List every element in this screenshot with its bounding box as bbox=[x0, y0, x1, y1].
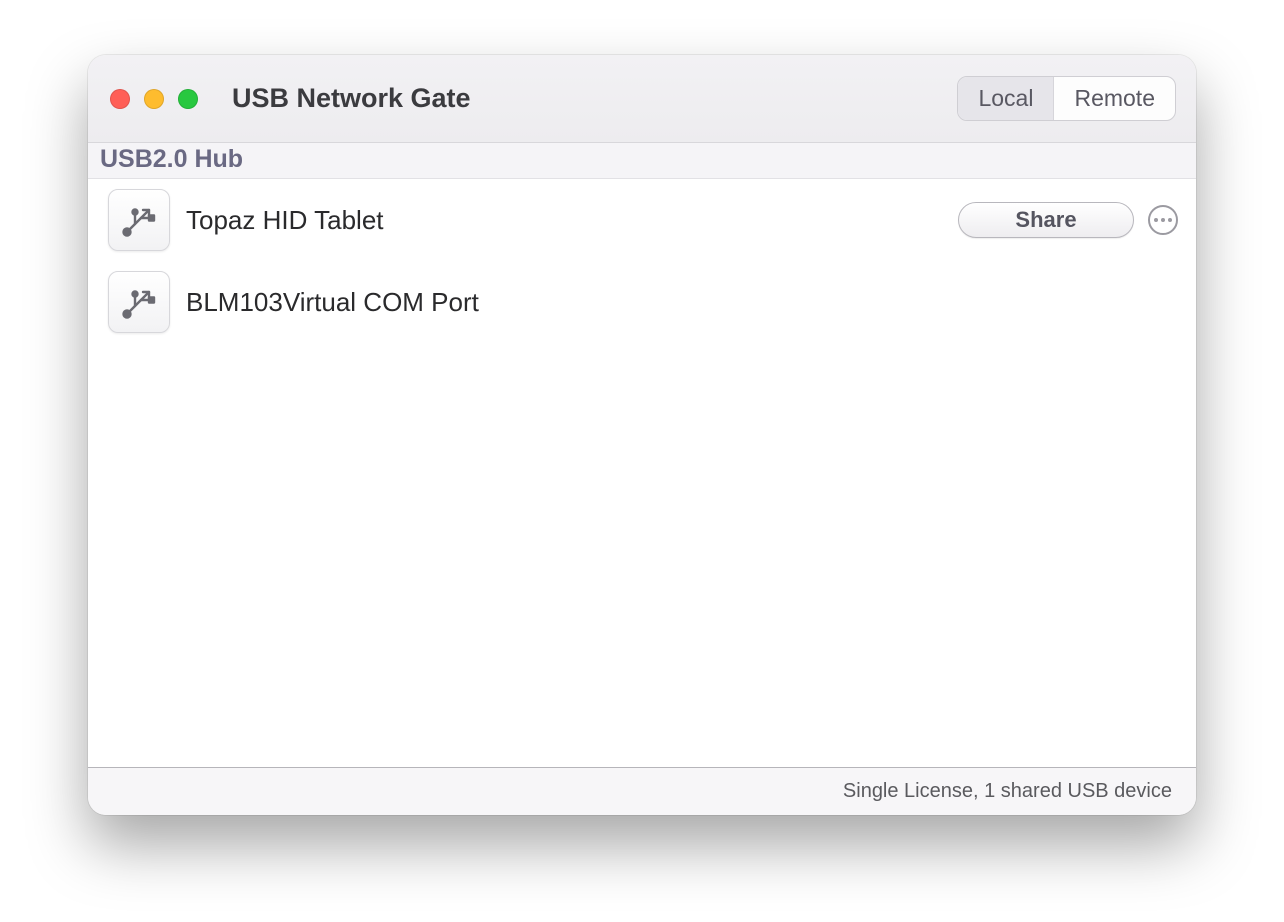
usb-icon bbox=[108, 271, 170, 333]
status-bar: Single License, 1 shared USB device bbox=[88, 767, 1196, 815]
tab-remote[interactable]: Remote bbox=[1053, 77, 1175, 120]
app-window: USB Network Gate Local Remote USB2.0 Hub bbox=[88, 55, 1196, 815]
row-actions: Share bbox=[958, 202, 1178, 238]
traffic-lights bbox=[110, 89, 198, 109]
list-item[interactable]: Topaz HID Tablet Share bbox=[88, 179, 1196, 261]
usb-icon bbox=[108, 189, 170, 251]
license-status: Single License, 1 shared USB device bbox=[843, 780, 1172, 803]
share-button[interactable]: Share bbox=[958, 202, 1134, 238]
section-header: USB2.0 Hub bbox=[88, 143, 1196, 179]
device-name: BLM103Virtual COM Port bbox=[186, 287, 479, 318]
more-options-icon[interactable] bbox=[1148, 205, 1178, 235]
close-icon[interactable] bbox=[110, 89, 130, 109]
tab-local[interactable]: Local bbox=[958, 77, 1053, 120]
titlebar: USB Network Gate Local Remote bbox=[88, 55, 1196, 143]
list-item[interactable]: BLM103Virtual COM Port bbox=[88, 261, 1196, 343]
window-title: USB Network Gate bbox=[232, 83, 471, 114]
view-toggle: Local Remote bbox=[957, 76, 1176, 121]
device-name: Topaz HID Tablet bbox=[186, 205, 384, 236]
minimize-icon[interactable] bbox=[144, 89, 164, 109]
zoom-icon[interactable] bbox=[178, 89, 198, 109]
device-list: Topaz HID Tablet Share bbox=[88, 179, 1196, 767]
